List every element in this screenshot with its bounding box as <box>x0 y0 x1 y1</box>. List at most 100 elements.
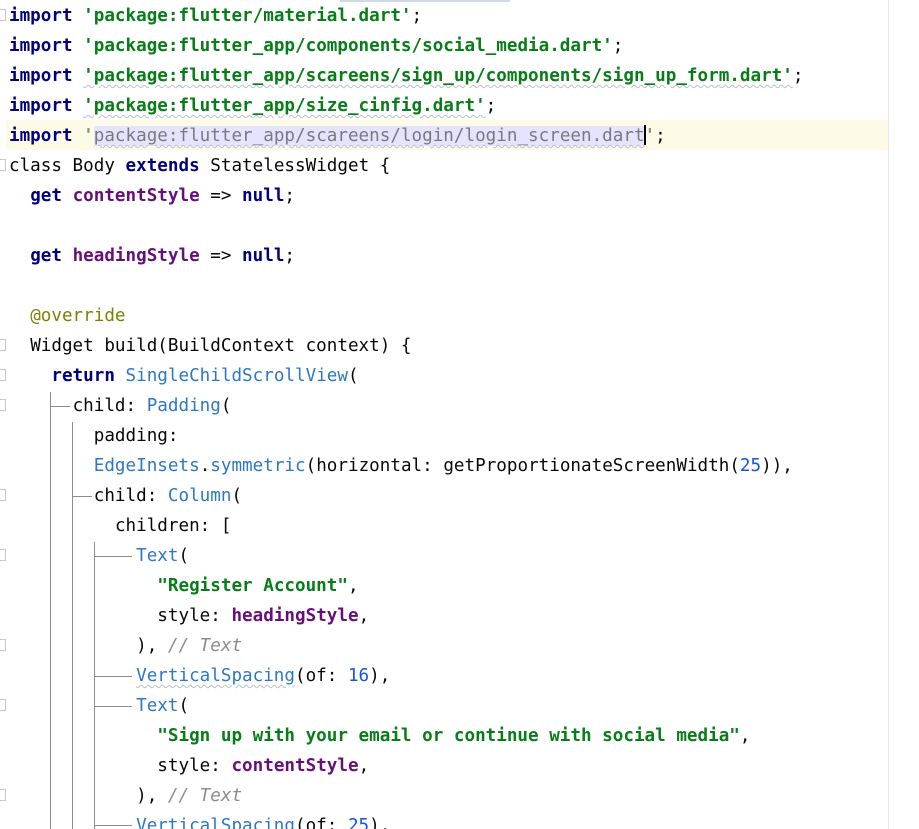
keyword-get: get <box>30 246 62 266</box>
class-reference: SingleChildScrollView <box>125 366 348 386</box>
semicolon: ; <box>284 246 296 266</box>
code-line-4[interactable]: import 'package:flutter_app/size_cinfig.… <box>9 91 496 121</box>
semicolon: ; <box>792 66 804 86</box>
class-reference: Text <box>136 546 179 566</box>
fold-marker-icon[interactable] <box>0 639 6 651</box>
fold-marker-icon[interactable] <box>0 789 6 801</box>
import-path: 'package:flutter_app/components/social_m… <box>83 36 613 56</box>
import-path: 'package:flutter/material.dart' <box>83 6 412 26</box>
semicolon: ; <box>485 96 497 116</box>
fold-marker-icon[interactable] <box>0 549 6 561</box>
code-line-23[interactable]: "Sign up with your email or continue wit… <box>9 721 750 751</box>
fold-marker-icon[interactable] <box>0 159 6 171</box>
semicolon: ; <box>612 36 624 56</box>
keyword-import: import <box>9 36 73 56</box>
code-line-1[interactable]: import 'package:flutter/material.dart'; <box>9 1 422 31</box>
code-line-7[interactable]: get contentStyle => null; <box>9 181 295 211</box>
getter-name: contentStyle <box>72 186 200 206</box>
right-margin-guide <box>888 0 889 829</box>
code-line-26[interactable]: VerticalSpacing(of: 25), <box>9 811 390 829</box>
code-line-11[interactable]: return SingleChildScrollView( <box>9 361 359 391</box>
code-line-20[interactable]: ), // Text <box>9 631 242 661</box>
code-line-2[interactable]: import 'package:flutter_app/components/s… <box>9 31 623 61</box>
semicolon: ; <box>655 126 666 146</box>
paren-close: ), <box>136 636 168 656</box>
paren: ( <box>347 366 359 386</box>
class-name: Body <box>61 156 126 176</box>
fold-marker-icon[interactable] <box>0 9 6 21</box>
class-reference: Padding <box>146 396 221 416</box>
keyword-get: get <box>30 186 62 206</box>
code-editor[interactable]: import 'package:flutter/material.dart'; … <box>0 0 919 829</box>
code-line-5[interactable]: import 'package:flutter_app/scareens/log… <box>9 121 666 151</box>
superclass: StatelessWidget { <box>199 156 391 176</box>
quote: ' <box>83 126 94 146</box>
code-line-25[interactable]: ), // Text <box>9 781 242 811</box>
code-line-15[interactable]: child: Column( <box>9 481 242 511</box>
keyword-class: class <box>9 156 62 176</box>
keyword-return: return <box>51 366 115 386</box>
code-line-6[interactable]: class Body extends StatelessWidget { <box>9 151 390 181</box>
getter-reference: headingStyle <box>231 606 359 626</box>
code-line-22[interactable]: Text( <box>9 691 189 721</box>
annotation: @override <box>30 306 126 326</box>
code-line-8[interactable]: get headingStyle => null; <box>9 241 295 271</box>
code-line-3[interactable]: import 'package:flutter_app/scareens/sig… <box>9 61 803 91</box>
keyword-import: import <box>9 6 73 26</box>
fold-marker-icon[interactable] <box>0 699 6 711</box>
closing-label-comment: // Text <box>167 786 243 806</box>
code-line-16[interactable]: children: [ <box>9 511 232 541</box>
class-reference: VerticalSpacing <box>136 816 295 829</box>
keyword-import: import <box>9 66 73 86</box>
fold-marker-icon[interactable] <box>0 399 6 411</box>
fold-marker-icon[interactable] <box>0 369 6 381</box>
call-close: )), <box>761 456 793 476</box>
call-close: ), <box>369 666 391 686</box>
call-args: (horizontal: getProportionateScreenWidth… <box>305 456 740 476</box>
code-line-24[interactable]: style: contentStyle, <box>9 751 369 781</box>
paren: ( <box>178 696 190 716</box>
class-reference: Column <box>167 486 232 506</box>
keyword-extends: extends <box>125 156 200 176</box>
code-line-21[interactable]: VerticalSpacing(of: 16), <box>9 661 390 691</box>
comma: , <box>358 756 370 776</box>
code-line-12[interactable]: child: Padding( <box>9 391 232 421</box>
closing-label-comment: // Text <box>167 636 243 656</box>
code-line-19[interactable]: style: headingStyle, <box>9 601 369 631</box>
code-line-10[interactable]: Widget build(BuildContext context) { <box>9 331 411 361</box>
semicolon: ; <box>411 6 423 26</box>
code-line-18[interactable]: "Register Account", <box>9 571 359 601</box>
string-literal: "Register Account" <box>157 576 348 596</box>
call-args: (of: <box>295 666 348 686</box>
code-line-9[interactable]: @override <box>9 301 126 331</box>
import-path: 'package:flutter_app/size_cinfig.dart' <box>83 96 486 116</box>
semicolon: ; <box>284 186 296 206</box>
fold-marker-icon[interactable] <box>0 489 6 501</box>
code-line-13[interactable]: padding: <box>9 421 179 451</box>
class-reference: Text <box>136 696 179 716</box>
fold-marker-icon[interactable] <box>0 339 6 351</box>
number-literal: 16 <box>347 666 370 686</box>
named-arg: style: <box>157 756 232 776</box>
code-line-17[interactable]: Text( <box>9 541 189 571</box>
comma: , <box>347 576 359 596</box>
paren: ( <box>178 546 190 566</box>
code-line-14[interactable]: EdgeInsets.symmetric(horizontal: getProp… <box>9 451 793 481</box>
